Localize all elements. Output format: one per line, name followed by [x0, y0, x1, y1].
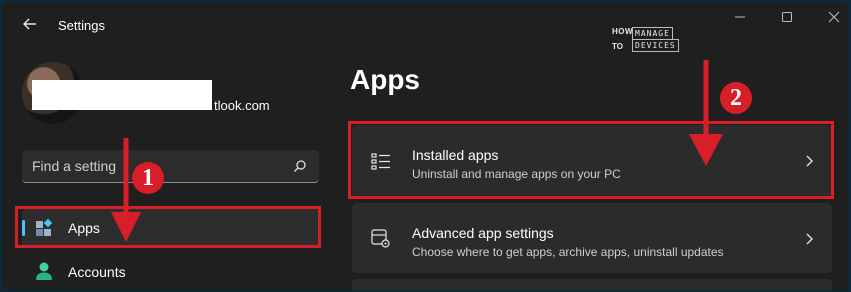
advanced-app-settings-icon — [371, 229, 390, 248]
step-badge-2: 2 — [720, 82, 752, 114]
accounts-icon — [36, 262, 52, 280]
close-icon[interactable] — [827, 10, 841, 24]
sidebar-item-label: Accounts — [68, 264, 126, 280]
sidebar-item-label: Apps — [68, 220, 100, 236]
sidebar-item-accounts[interactable]: Accounts — [22, 256, 319, 290]
logo-to: TO — [612, 42, 623, 51]
redacted-name — [32, 80, 212, 110]
window-title: Settings — [58, 18, 105, 33]
sidebar-item-apps[interactable]: Apps — [22, 209, 319, 247]
settings-window: Settings HOW TO MANAGE DEVICES tlook.com — [2, 2, 849, 290]
apps-icon — [36, 218, 53, 236]
chevron-right-icon — [806, 233, 813, 245]
step-badge-1: 1 — [132, 162, 164, 194]
chevron-right-icon — [806, 155, 813, 167]
account-email: tlook.com — [214, 98, 270, 113]
search-box[interactable] — [22, 150, 319, 183]
card-title: Advanced app settings — [412, 225, 554, 241]
logo-devices: DEVICES — [632, 39, 679, 52]
minimize-icon[interactable] — [733, 10, 747, 24]
installed-apps-icon — [371, 153, 390, 170]
site-logo: HOW TO MANAGE DEVICES — [612, 27, 692, 55]
page-title: Apps — [350, 64, 420, 95]
search-icon[interactable] — [293, 159, 307, 173]
card-title: Installed apps — [412, 147, 499, 163]
title-bar: Settings HOW TO MANAGE DEVICES — [2, 2, 849, 52]
installed-apps-card[interactable]: Installed apps Uninstall and manage apps… — [352, 125, 832, 197]
card-subtitle: Uninstall and manage apps on your PC — [412, 167, 621, 181]
arrow-down-icon — [111, 138, 141, 242]
maximize-icon[interactable] — [780, 10, 794, 24]
selection-indicator — [22, 220, 25, 236]
next-settings-card[interactable] — [352, 279, 832, 290]
arrow-down-icon — [689, 60, 723, 166]
advanced-app-settings-card[interactable]: Advanced app settings Choose where to ge… — [352, 203, 832, 273]
back-arrow-icon[interactable] — [20, 14, 40, 34]
logo-how: HOW — [612, 27, 634, 36]
card-subtitle: Choose where to get apps, archive apps, … — [412, 245, 724, 259]
